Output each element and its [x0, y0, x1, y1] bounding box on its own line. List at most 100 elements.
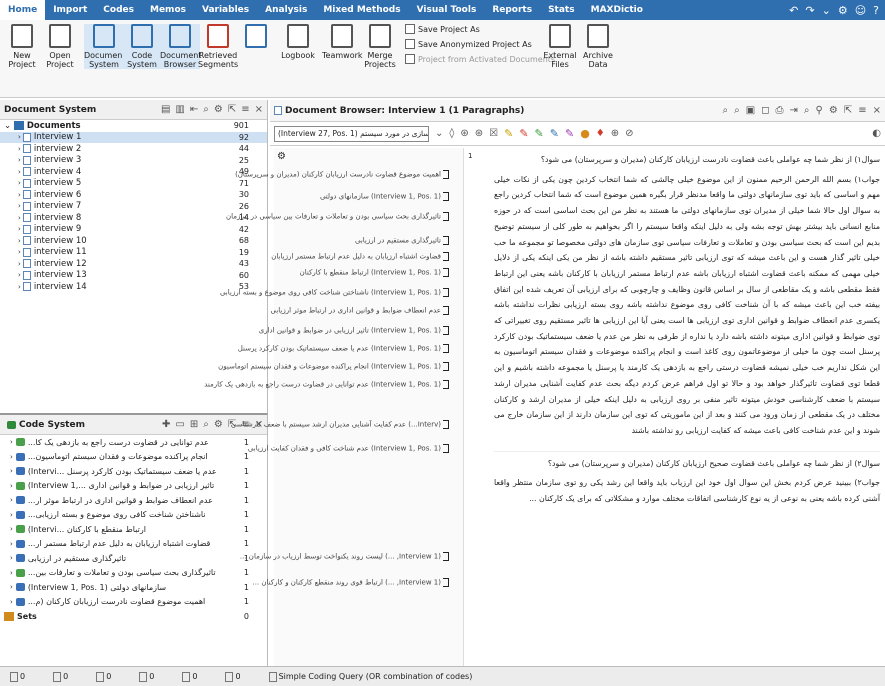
layout-grid-button[interactable] [236, 24, 276, 51]
code-stripe[interactable]: قضاوت اشتباه ارزیابان به دلیل عدم ارتباط… [271, 252, 449, 261]
chevron-right-icon[interactable]: › [10, 583, 13, 591]
highlighter-purple-icon[interactable]: ✎ [565, 127, 574, 140]
code-stripe[interactable]: اهمیت موضوع قضاوت نادرست ارزیابان کارکنا… [235, 170, 449, 179]
menu-mixed-methods[interactable]: Mixed Methods [315, 0, 408, 20]
document-item[interactable]: › interview 12 43 [0, 258, 267, 270]
code-stripe[interactable]: (Interview 1, Pos. 1) انجام پراکنده موضو… [218, 362, 449, 371]
code-item[interactable]: › (Interview 1,... تاثیر ارزیابی در ضوابط… [0, 479, 267, 494]
toggle-switch[interactable]: ◐ [872, 128, 881, 139]
print-icon[interactable]: ⎙ [776, 105, 784, 116]
code-stripe[interactable]: تاثیرگذاری مستقیم در ارزیابی [355, 236, 449, 245]
pin-icon[interactable]: ⇱ [228, 104, 236, 115]
document-item[interactable]: › interview 3 25 [0, 155, 267, 167]
menu-home[interactable]: Home [0, 0, 46, 20]
menu-stats[interactable]: Stats [540, 0, 583, 20]
memo-icon[interactable]: ▭ [175, 419, 184, 430]
search-icon[interactable]: ⌕ [723, 105, 729, 116]
redo-icon[interactable]: ↷ [805, 4, 814, 17]
expand-icon[interactable]: ⌄ [4, 121, 11, 131]
code-item[interactable]: › ...عدم انعطاف ضوابط و قوانین اداری در ا… [0, 493, 267, 508]
chevron-right-icon[interactable]: › [18, 260, 21, 268]
document-text[interactable]: سوال۱) از نظر شما چه عواملی باعث قضاوت ن… [484, 148, 884, 666]
chevron-right-icon[interactable]: › [10, 554, 13, 562]
audio-icon[interactable]: ⊘ [625, 128, 633, 139]
code-stripe[interactable]: (Interview 1, Pos. 1) عدم شناخت کافی و ف… [248, 444, 449, 453]
chevron-right-icon[interactable]: › [10, 453, 13, 461]
find-icon[interactable]: ⌕ [804, 105, 810, 116]
menu-icon[interactable]: ≡ [858, 105, 866, 116]
code-stripe[interactable]: عدم انعطاف ضوابط و قوانین اداری در ارتبا… [271, 306, 449, 315]
chevron-right-icon[interactable]: › [18, 214, 21, 222]
code-item[interactable]: › ...عدم توانایی در قضاوت درست راجع به با… [0, 435, 267, 450]
code-item[interactable]: › ...اهمیت موضوع قضاوت نادرست ارزیابان کا… [0, 595, 267, 610]
chevron-right-icon[interactable]: › [18, 156, 21, 164]
open-project-button[interactable]: Open Project [40, 24, 80, 69]
bookmark-icon[interactable]: ♦ [596, 128, 605, 139]
chevron-right-icon[interactable]: › [18, 191, 21, 199]
code-icon[interactable]: ◊ [449, 128, 454, 139]
chevron-right-icon[interactable]: › [18, 168, 21, 176]
link-icon[interactable]: ⊕ [611, 128, 619, 139]
chevron-right-icon[interactable]: › [18, 283, 21, 291]
document-browser-toggle[interactable]: Document Browser [160, 24, 201, 69]
document-system-toggle[interactable]: Document System [84, 24, 125, 69]
chevron-right-icon[interactable]: › [18, 202, 21, 210]
code-tree-icon[interactable]: ⊞ [190, 419, 198, 430]
menu-import[interactable]: Import [45, 0, 95, 20]
menu-reports[interactable]: Reports [484, 0, 540, 20]
documents-root[interactable]: ⌄ Documents 901 [0, 120, 267, 132]
chevron-right-icon[interactable]: › [18, 248, 21, 256]
undock-icon[interactable]: ⇱ [844, 105, 852, 116]
highlighter-pen-icon[interactable]: ✎ [504, 127, 513, 140]
chevron-right-icon[interactable]: › [10, 496, 13, 504]
menu-analysis[interactable]: Analysis [257, 0, 315, 20]
code-system-toggle[interactable]: Code System [122, 24, 162, 69]
pin-icon[interactable]: ⚲ [816, 105, 823, 116]
chevron-right-icon[interactable]: › [10, 511, 13, 519]
chevron-down-icon[interactable]: ⌄ [435, 128, 443, 139]
retrieved-segments-toggle[interactable]: Retrieved Segments [198, 24, 238, 69]
search-icon[interactable]: ⌕ [203, 419, 209, 430]
window-icon[interactable]: ◻ [761, 105, 769, 116]
search-next-icon[interactable]: ⌕ [734, 105, 740, 116]
external-files-button[interactable]: External Files [540, 24, 580, 69]
project-from-activated-button[interactable]: Project from Activated Documents [405, 54, 555, 64]
chevron-right-icon[interactable]: › [10, 525, 13, 533]
menu-memos[interactable]: Memos [142, 0, 194, 20]
new-code-icon[interactable]: ✚ [162, 419, 170, 430]
smiley-icon[interactable]: ☺ [855, 4, 866, 17]
menu-codes[interactable]: Codes [95, 0, 142, 20]
code-item[interactable]: › (Interview 1, Pos. 1) سازمانهای دولتی 1 [0, 580, 267, 595]
status-query[interactable]: Simple Coding Query (OR combination of c… [268, 671, 472, 682]
chevron-right-icon[interactable]: › [18, 225, 21, 233]
code-stripe[interactable]: (Interview 1, Pos. 1) ارتباط منقطع با کا… [300, 268, 449, 277]
chevron-right-icon[interactable]: › [10, 598, 13, 606]
code-in-vivo-icon[interactable]: ⊛ [460, 128, 468, 139]
chevron-down-icon[interactable]: ⌄ [822, 4, 831, 17]
save-project-as-button[interactable]: Save Project As [405, 24, 480, 34]
chevron-right-icon[interactable]: › [10, 540, 13, 548]
code-stripe[interactable]: (Interview 1, ...) لیست روند یکنواخت توس… [240, 552, 449, 561]
teamwork-button[interactable]: Teamwork [322, 24, 363, 60]
code-color-icon[interactable]: ⊛ [475, 128, 483, 139]
sets-row[interactable]: Sets 0 [0, 609, 267, 624]
code-stripe[interactable]: (Interv...) عدم کفایت آشنایی مدیران ارشد… [231, 420, 449, 429]
code-stripe[interactable]: (Interview 1, Pos. 1) عدم یا ضعف سیستمات… [238, 344, 449, 353]
code-item[interactable]: › ...قضاوت اشتباه ارزیابان به دلیل عدم ار… [0, 537, 267, 552]
document-item[interactable]: › interview 6 30 [0, 189, 267, 201]
logbook-button[interactable]: Logbook [278, 24, 318, 60]
chevron-right-icon[interactable]: › [10, 438, 13, 446]
gear-icon[interactable]: ⚙ [214, 419, 223, 430]
archive-data-button[interactable]: Archive Data [578, 24, 618, 69]
gear-icon[interactable]: ⚙ [277, 151, 286, 162]
menu-icon[interactable]: ≡ [241, 104, 249, 115]
chevron-right-icon[interactable]: › [18, 271, 21, 279]
code-stripe[interactable]: (Interview 1, Pos. 1) عدم توانایی در قضا… [204, 380, 449, 389]
new-document-icon[interactable]: ▤ [161, 104, 170, 115]
code-stripe[interactable]: (Interview 1, Pos. 1) ناشناختن شناخت کاف… [220, 288, 449, 297]
code-item[interactable]: › ...ناشناختن شناخت کافی روی موضوع و بسته… [0, 508, 267, 523]
chevron-right-icon[interactable]: › [18, 145, 21, 153]
document-item[interactable]: › interview 9 42 [0, 224, 267, 236]
highlighter-green-icon[interactable]: ✎ [535, 127, 544, 140]
gear-icon[interactable]: ⚙ [214, 104, 223, 115]
